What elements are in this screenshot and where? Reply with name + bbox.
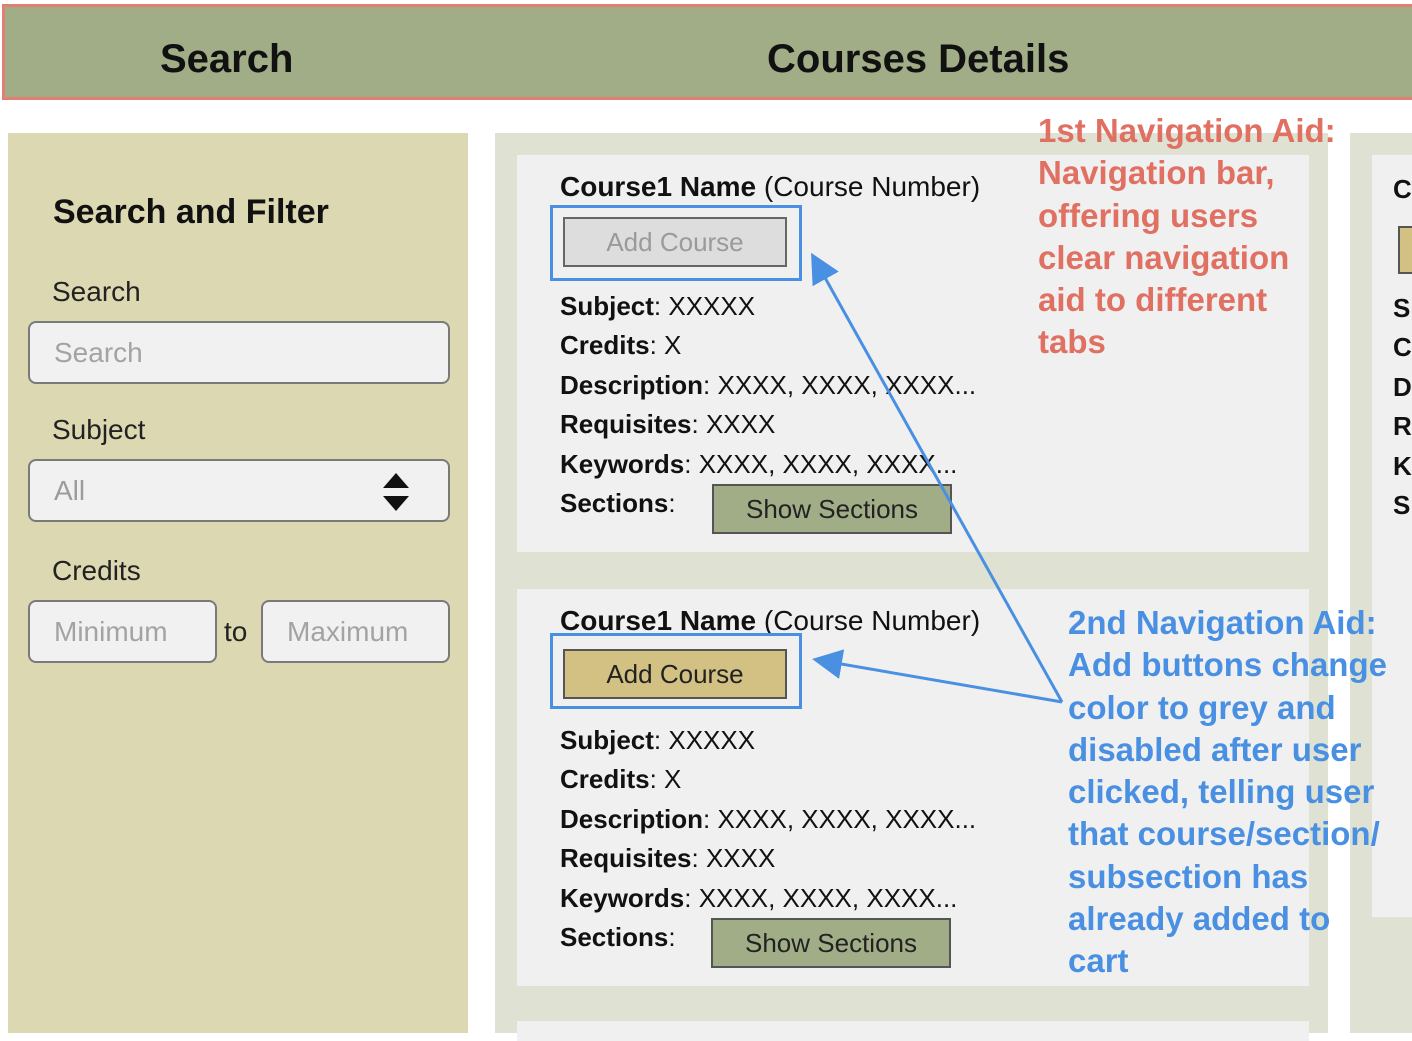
annotation-first-navigation-aid: 1st Navigation Aid: Navigation bar, offe… (1038, 112, 1336, 361)
annotation-second-navigation-aid: 2nd Navigation Aid: Add buttons change c… (1068, 604, 1387, 980)
arrow-to-disabled-button (811, 252, 1064, 703)
arrow-to-active-button (812, 649, 1063, 704)
